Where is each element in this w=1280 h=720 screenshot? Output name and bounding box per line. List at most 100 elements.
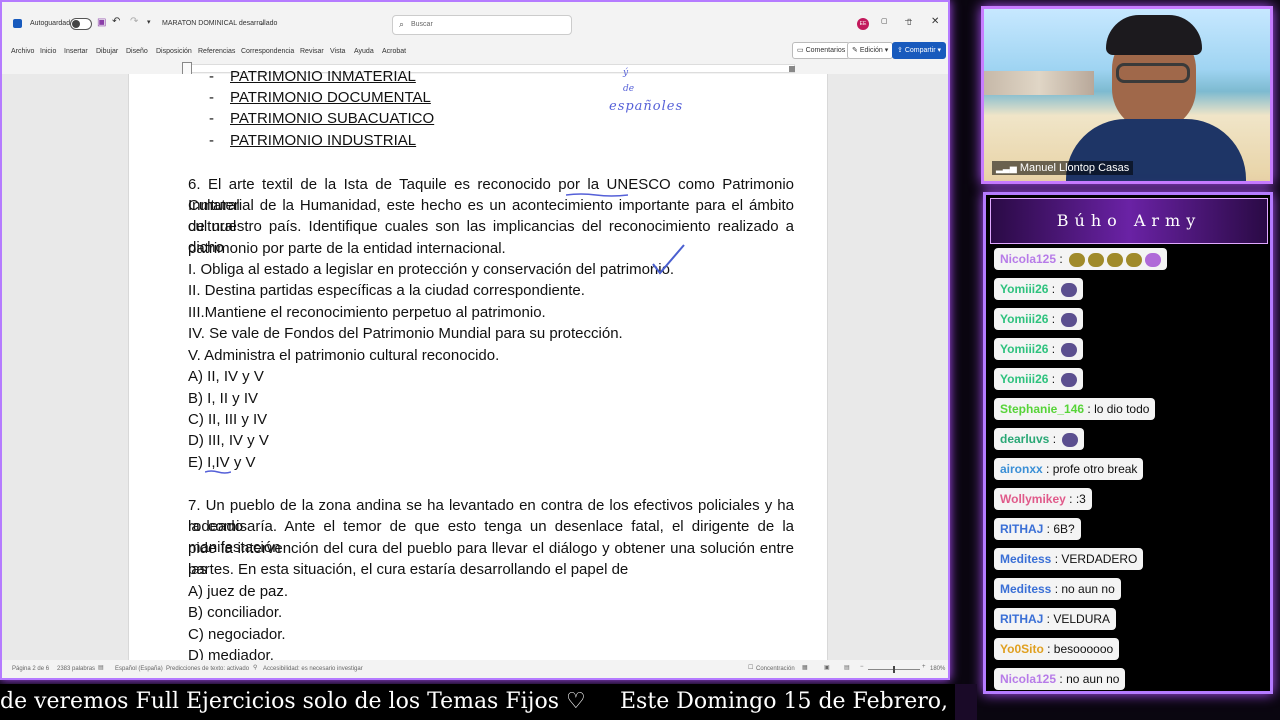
webcam-feed: ▂▃▅ Manuel Llontop Casas	[981, 6, 1273, 184]
search-input[interactable]: Buscar	[411, 21, 433, 28]
quick-access-chevron-icon[interactable]: ▾	[147, 18, 151, 26]
menu-insertar[interactable]: Insertar	[64, 48, 88, 55]
chat-username[interactable]: Meditess	[1000, 582, 1051, 596]
chat-username[interactable]: Nicola125	[1000, 252, 1056, 266]
web-layout-icon[interactable]: ▤	[844, 664, 850, 671]
ribbon-display-icon[interactable]: ▢	[881, 17, 888, 25]
search-box[interactable]: ⌕ Buscar	[392, 15, 572, 35]
handwritten-note: ý	[623, 68, 629, 78]
status-page[interactable]: Página 2 de 6	[12, 666, 49, 672]
chat-separator: :	[1048, 312, 1059, 326]
autosave-toggle[interactable]	[70, 18, 92, 30]
q6-item: III.Mantiene el reconocimiento perpetuo …	[188, 304, 546, 321]
autosave-label: Autoguardado	[30, 20, 74, 27]
chat-message: Yomiii26 :	[994, 278, 1084, 300]
chat-username[interactable]: RITHAJ	[1000, 612, 1043, 626]
print-layout-icon[interactable]: ▣	[824, 664, 830, 671]
chat-title: Búho Army	[1056, 211, 1202, 230]
menu-referencias[interactable]: Referencias	[198, 48, 235, 55]
save-icon[interactable]: ▣	[97, 17, 106, 28]
menu-revisar[interactable]: Revisar	[300, 48, 324, 55]
menu-ayuda[interactable]: Ayuda	[354, 48, 374, 55]
chat-separator: :	[1049, 432, 1060, 446]
focus-icon[interactable]: ☐	[748, 664, 753, 671]
zoom-in-icon[interactable]: +	[922, 664, 926, 670]
chat-username[interactable]: Meditess	[1000, 552, 1051, 566]
read-mode-icon[interactable]: ▦	[802, 664, 808, 671]
q7-option: B) conciliador.	[188, 604, 283, 621]
status-accessibility[interactable]: Accesibilidad: es necesario investigar	[263, 666, 363, 672]
chat-separator: :	[1051, 582, 1062, 596]
chat-username[interactable]: Yomiii26	[1000, 282, 1048, 296]
menu-archivo[interactable]: Archivo	[11, 48, 34, 55]
chat-username[interactable]: RITHAJ	[1000, 522, 1043, 536]
chat-username[interactable]: Nicola125	[1000, 672, 1056, 686]
accessibility-icon[interactable]: ⚲	[253, 664, 257, 671]
share-button[interactable]: ⇪ Compartir ▾	[892, 42, 947, 59]
document-canvas[interactable]: - PATRIMONIO INMATERIAL - PATRIMONIO DOC…	[2, 68, 948, 664]
chat-message: RITHAJ : VELDURA	[994, 608, 1117, 630]
q7-option: C) negociador.	[188, 626, 286, 643]
chat-username[interactable]: aironxx	[1000, 462, 1043, 476]
status-zoom[interactable]: 180%	[930, 666, 945, 672]
redo-icon[interactable]: ↷	[130, 16, 138, 27]
maximize-icon[interactable]: ▯	[907, 17, 911, 26]
emote-icon	[1126, 252, 1143, 267]
status-predictions[interactable]: Predicciones de texto: activado	[166, 666, 249, 672]
menu-disposicion[interactable]: Disposición	[156, 48, 192, 55]
chat-text: VELDURA	[1053, 612, 1111, 626]
undo-icon[interactable]: ↶	[112, 16, 120, 27]
proofing-icon[interactable]: ▤	[98, 664, 104, 671]
q6-item: IV. Se vale de Fondos del Patrimonio Mun…	[188, 325, 623, 342]
title-chevron-icon: ⌄	[259, 20, 265, 27]
chat-username[interactable]: Stephanie_146	[1000, 402, 1084, 416]
editing-button[interactable]: ✎ Edición ▾	[847, 42, 894, 59]
status-language[interactable]: Español (España)	[115, 666, 163, 672]
chat-separator: :	[1084, 402, 1095, 416]
chat-separator: :	[1051, 552, 1062, 566]
chat-username[interactable]: Yomiii26	[1000, 372, 1048, 386]
bullet-item: -	[209, 68, 214, 85]
status-words[interactable]: 2383 palabras	[57, 666, 95, 672]
emote-icon	[1061, 342, 1078, 357]
chat-message: Yomiii26 :	[994, 308, 1084, 330]
emote-icon	[1061, 312, 1078, 327]
city-skyline	[984, 71, 1094, 95]
chat-message: Yomiii26 :	[994, 368, 1084, 390]
chat-text: :3	[1075, 492, 1086, 506]
chat-username[interactable]: dearluvs	[1000, 432, 1049, 446]
chat-separator: :	[1048, 282, 1059, 296]
menu-diseno[interactable]: Diseño	[126, 48, 148, 55]
menu-inicio[interactable]: Inicio	[40, 48, 56, 55]
chat-username[interactable]: Yomiii26	[1000, 312, 1048, 326]
chat-message: Meditess : no aun no	[994, 578, 1121, 600]
status-focus[interactable]: Concentración	[756, 666, 795, 672]
chat-username[interactable]: Yomiii26	[1000, 342, 1048, 356]
signal-icon: ▂▃▅	[996, 163, 1017, 173]
comments-button[interactable]: ▭ Comentarios	[792, 42, 851, 59]
user-avatar[interactable]: EE	[857, 18, 869, 30]
zoom-slider[interactable]	[868, 666, 920, 673]
handwritten-note: españoles	[609, 99, 684, 114]
q6-option: C) II, III y IV	[188, 411, 268, 428]
ruler-right-marker[interactable]	[789, 66, 795, 72]
zoom-out-icon[interactable]: −	[860, 664, 864, 670]
close-icon[interactable]: ✕	[931, 16, 939, 27]
chat-message: Stephanie_146 : lo dio todo	[994, 398, 1156, 420]
menu-correspondencia[interactable]: Correspondencia	[241, 48, 294, 55]
chat-separator: :	[1043, 612, 1054, 626]
document-page[interactable]: - PATRIMONIO INMATERIAL - PATRIMONIO DOC…	[128, 68, 828, 664]
menu-acrobat[interactable]: Acrobat	[382, 48, 406, 55]
word-window: Autoguardado ▣ ↶ ↷ ▾ MARATON DOMINICAL d…	[0, 0, 950, 680]
chat-username[interactable]: Wollymikey	[1000, 492, 1066, 506]
bullet-item: -	[209, 110, 214, 127]
menu-dibujar[interactable]: Dibujar	[96, 48, 118, 55]
bullet-text: PATRIMONIO INMATERIAL	[230, 68, 416, 85]
chat-message: Yomiii26 :	[994, 338, 1084, 360]
chat-username[interactable]: Yo0Sito	[1000, 642, 1044, 656]
bullet-item: -	[209, 132, 214, 149]
ticker-text-left: de veremos Full Ejercicios solo de los T…	[0, 689, 586, 714]
share-icon: ⇪	[897, 47, 903, 54]
bullet-text: PATRIMONIO SUBACUATICO	[230, 110, 435, 127]
menu-vista[interactable]: Vista	[330, 48, 345, 55]
